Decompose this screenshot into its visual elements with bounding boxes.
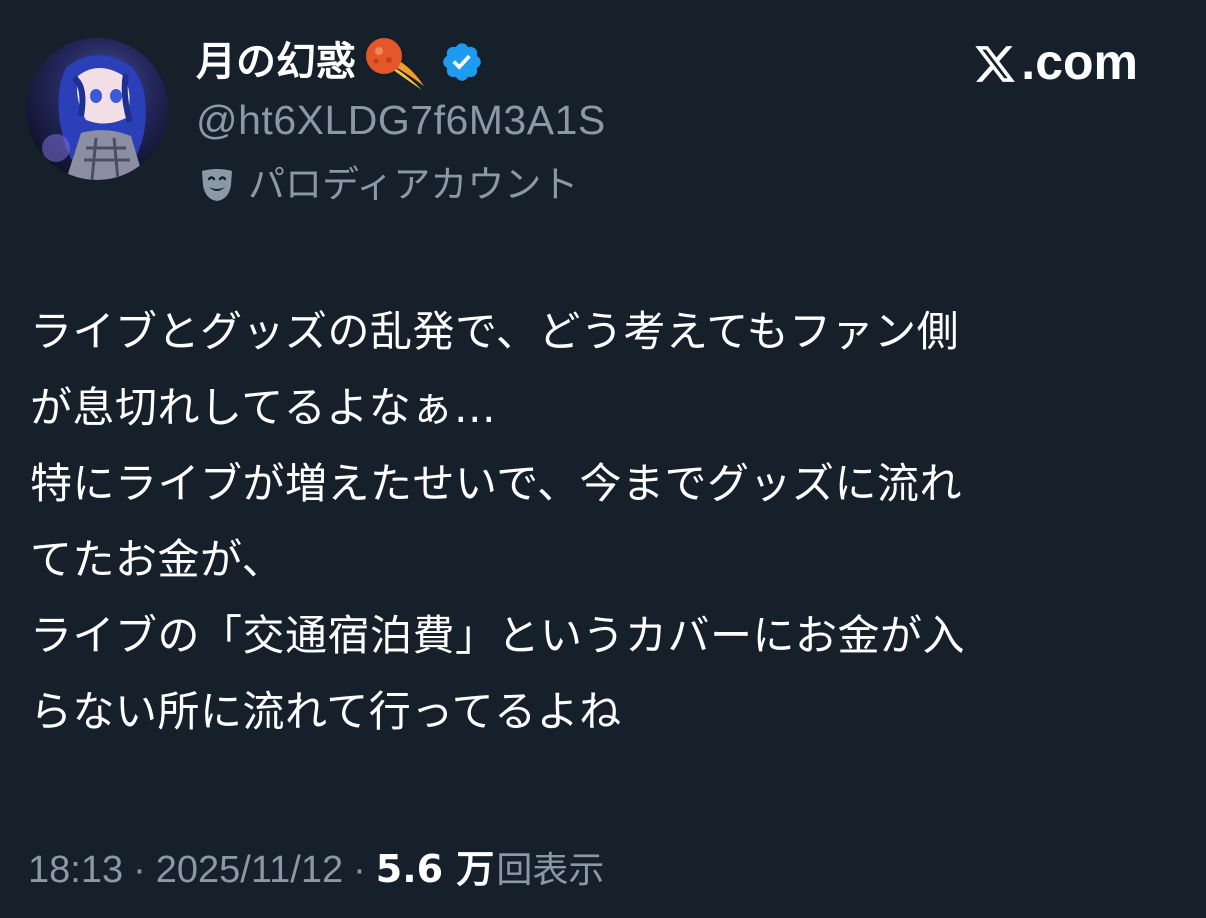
theater-mask-icon [198,165,236,203]
verified-badge-icon[interactable] [440,40,484,84]
tweet-line: ライブとグッズの乱発で、どう考えてもファン側 [30,307,960,356]
display-name-row: 月の幻惑 [196,30,484,94]
tweet-line: ライブの「交通宿泊費」というカバーにお金が入 [30,611,966,660]
tweet-meta: 18:13 · 2025/11/12 · 5.6 万 回表示 [28,838,604,894]
meta-separator: · [353,849,366,891]
parody-account-label: パロディアカウント [198,160,578,208]
parody-label-text: パロディアカウント [248,162,579,206]
views-label: 回表示 [496,850,605,891]
tweet-line: 特にライブが増えたせいで、今までグッズに流れ [30,459,963,508]
tweet-date[interactable]: 2025/11/12 [156,849,343,892]
meta-separator: · [133,849,146,891]
tweet-text: ライブとグッズの乱発で、どう考えてもファン側 が息切れしてるよなぁ… 特にライブ… [30,294,1160,750]
tweet-line: らない所に流れて行ってるよね [30,687,622,736]
tweet-line: てたお金が、 [30,535,285,584]
user-handle[interactable]: @ht6XLDG7f6M3A1S [196,96,606,144]
views-count[interactable]: 5.6 万 [376,838,495,893]
brand-domain: .com [1021,34,1138,90]
comet-icon [362,32,426,92]
display-name[interactable]: 月の幻惑 [196,42,356,82]
brand-watermark: .com [973,30,1138,94]
tweet-card: 月の幻惑 @ht6XLDG7f6M3A1S パロディアカウント .com ライブ… [0,0,1206,918]
tweet-time[interactable]: 18:13 [28,849,123,892]
tweet-line: が息切れしてるよなぁ… [30,383,497,432]
avatar[interactable] [26,38,168,180]
x-logo-icon [973,40,1017,84]
